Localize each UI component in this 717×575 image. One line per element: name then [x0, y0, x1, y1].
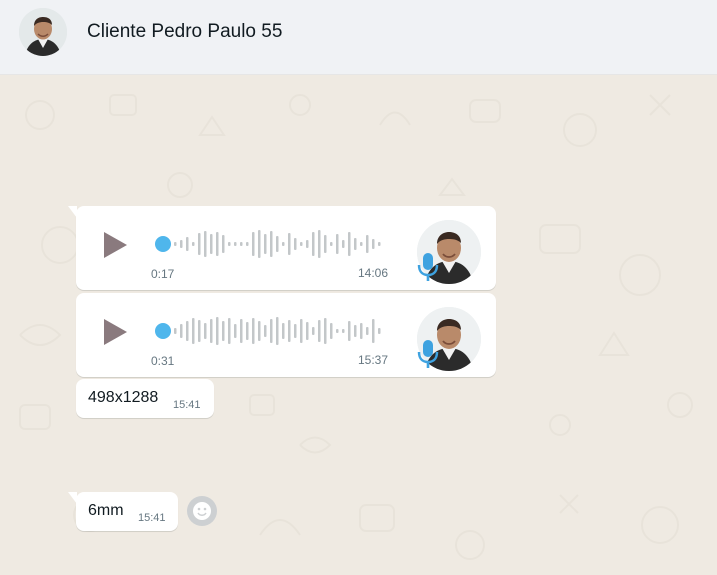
- audio-playhead[interactable]: [155, 236, 171, 252]
- message-text: 6mm: [88, 502, 124, 519]
- message-text: 498x1288: [88, 389, 159, 406]
- text-message[interactable]: 6mm 15:41: [68, 492, 178, 531]
- voice-duration: 0:31: [151, 354, 175, 368]
- audio-waveform[interactable]: [174, 228, 384, 260]
- emoji-reaction-button[interactable]: [187, 496, 217, 526]
- audio-playhead[interactable]: [155, 323, 171, 339]
- contact-name[interactable]: Cliente Pedro Paulo 55: [87, 21, 282, 43]
- message-time: 15:41: [138, 512, 166, 524]
- message-time: 14:06: [358, 266, 389, 280]
- voice-message[interactable]: 0:31 15:37: [76, 293, 496, 377]
- chat-header[interactable]: Cliente Pedro Paulo 55: [0, 0, 717, 75]
- bubble-tail: [68, 492, 77, 504]
- text-message[interactable]: 498x1288 15:41: [76, 379, 214, 418]
- message-time: 15:41: [173, 399, 201, 411]
- microphone-icon: [417, 253, 439, 281]
- message-time: 15:37: [358, 353, 389, 367]
- play-icon[interactable]: [104, 232, 127, 258]
- voice-message[interactable]: 0:17 14:06: [68, 206, 496, 290]
- bubble-tail: [68, 206, 77, 218]
- voice-duration: 0:17: [151, 267, 175, 281]
- play-icon[interactable]: [104, 319, 127, 345]
- audio-waveform[interactable]: [174, 315, 384, 347]
- chat-area: 0:17 14:06 0:31 15:37 498x1288 15:41 6mm…: [0, 75, 717, 575]
- microphone-icon: [417, 340, 439, 368]
- contact-avatar[interactable]: [19, 8, 67, 56]
- emoji-reaction-icon: [193, 502, 211, 520]
